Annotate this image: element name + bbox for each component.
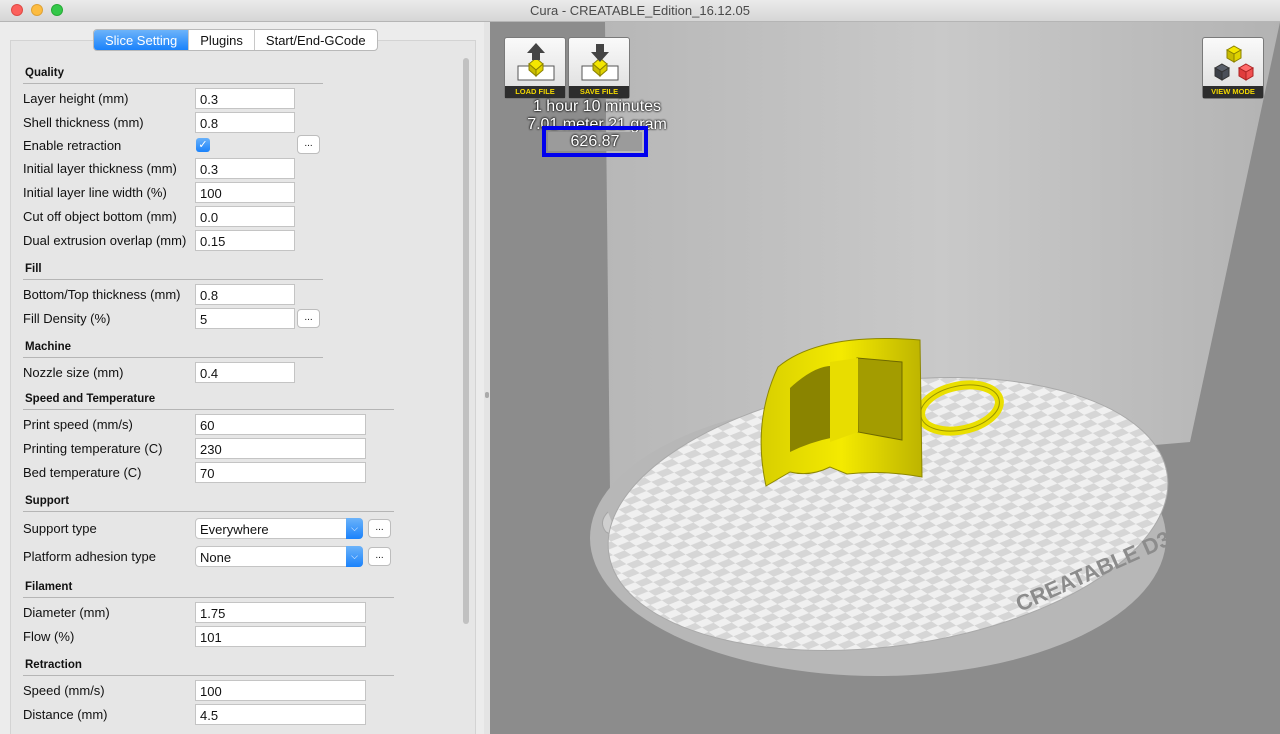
initial-layer-line-width-input[interactable]: 100	[195, 182, 295, 203]
printing-temperature-input[interactable]: 230	[195, 438, 366, 459]
scrollbar-thumb[interactable]	[463, 58, 469, 624]
layer-height-label: Layer height (mm)	[23, 91, 129, 106]
nozzle-size-label: Nozzle size (mm)	[23, 365, 124, 380]
chevron-down-icon: ⌵	[346, 518, 363, 539]
model-window-right	[856, 357, 903, 441]
section-divider	[23, 597, 394, 598]
layer-height-input[interactable]: 0.3	[195, 88, 295, 109]
platform-adhesion-select[interactable]: None ⌵	[195, 546, 363, 567]
dual-extrusion-overlap-input[interactable]: 0.15	[195, 230, 295, 251]
support-settings-button[interactable]: ...	[368, 519, 391, 538]
section-divider	[23, 409, 394, 410]
load-file-button[interactable]: LOAD FILE	[504, 37, 566, 99]
save-file-button[interactable]: SAVE FILE	[568, 37, 630, 99]
section-retraction: Retraction	[25, 659, 82, 671]
section-divider	[23, 357, 323, 358]
flow-input[interactable]: 101	[195, 626, 366, 647]
enable-retraction-checkbox[interactable]: ✓	[196, 138, 210, 152]
settings-scrollbar[interactable]	[460, 56, 472, 734]
platform-adhesion-value: None	[200, 550, 232, 565]
retraction-speed-input[interactable]: 100	[195, 680, 366, 701]
section-filament: Filament	[25, 581, 73, 593]
section-quality: Quality	[25, 67, 64, 79]
print-time-text: 1 hour 10 minutes	[532, 98, 662, 115]
retraction-distance-label: Distance (mm)	[23, 707, 108, 722]
window-title: Cura - CREATABLE_Edition_16.12.05	[530, 3, 750, 18]
title-bar: Cura - CREATABLE_Edition_16.12.05	[0, 0, 1280, 22]
retraction-speed-label: Speed (mm/s)	[23, 683, 105, 698]
retraction-settings-button[interactable]: ...	[297, 135, 320, 154]
initial-layer-thickness-label: Initial layer thickness (mm)	[23, 161, 177, 176]
cut-off-object-bottom-label: Cut off object bottom (mm)	[23, 209, 177, 224]
cost-highlight-box: 626.87	[542, 126, 648, 157]
print-speed-input[interactable]: 60	[195, 414, 366, 435]
platform-adhesion-type-label: Platform adhesion type	[23, 549, 156, 564]
settings-box: Quality Layer height (mm) 0.3 Shell thic…	[10, 40, 476, 734]
nozzle-size-input[interactable]: 0.4	[195, 362, 295, 383]
initial-layer-line-width-label: Initial layer line width (%)	[23, 185, 167, 200]
shell-thickness-label: Shell thickness (mm)	[23, 115, 144, 130]
bed-temperature-label: Bed temperature (C)	[23, 465, 142, 480]
section-divider	[23, 83, 323, 84]
fill-settings-button[interactable]: ...	[297, 309, 320, 328]
bed-temperature-input[interactable]: 70	[195, 462, 366, 483]
save-file-caption: SAVE FILE	[569, 86, 629, 98]
load-file-icon	[517, 43, 555, 81]
printing-temperature-label: Printing temperature (C)	[23, 441, 163, 456]
save-file-icon	[581, 44, 619, 81]
tab-slice-setting[interactable]: Slice Setting	[94, 30, 189, 50]
tab-start-end-gcode[interactable]: Start/End-GCode	[253, 30, 377, 50]
model-pillar	[830, 358, 858, 442]
retraction-distance-input[interactable]: 4.5	[195, 704, 366, 725]
checkmark-icon: ✓	[198, 139, 208, 151]
bottom-top-thickness-input[interactable]: 0.8	[195, 284, 295, 305]
settings-panel: Quality Layer height (mm) 0.3 Shell thic…	[0, 22, 484, 734]
load-file-caption: LOAD FILE	[505, 86, 565, 98]
grip-icon	[485, 392, 489, 398]
adhesion-settings-button[interactable]: ...	[368, 547, 391, 566]
diameter-input[interactable]: 1.75	[195, 602, 366, 623]
3d-viewport[interactable]: CREATABLE D3 LOAD FILE SAVE FILE VIEW MO…	[490, 22, 1280, 734]
support-type-value: Everywhere	[200, 522, 269, 537]
bottom-top-thickness-label: Bottom/Top thickness (mm)	[23, 287, 181, 302]
section-speed-temperature: Speed and Temperature	[25, 393, 156, 405]
fill-density-input[interactable]: 5	[195, 308, 295, 329]
fill-density-label: Fill Density (%)	[23, 311, 111, 326]
enable-retraction-label: Enable retraction	[23, 138, 122, 153]
tab-plugins[interactable]: Plugins	[188, 30, 254, 50]
section-support: Support	[25, 495, 70, 507]
support-type-select[interactable]: Everywhere ⌵	[195, 518, 363, 539]
view-mode-icon	[1214, 45, 1254, 81]
cut-off-object-bottom-input[interactable]: 0.0	[195, 206, 295, 227]
shell-thickness-input[interactable]: 0.8	[195, 112, 295, 133]
dual-extrusion-overlap-label: Dual extrusion overlap (mm)	[23, 233, 187, 248]
initial-layer-thickness-input[interactable]: 0.3	[195, 158, 295, 179]
view-mode-button[interactable]: VIEW MODE	[1202, 37, 1264, 99]
section-divider	[23, 279, 323, 280]
flow-label: Flow (%)	[23, 629, 75, 644]
section-fill: Fill	[25, 263, 42, 275]
cost-text: 626.87	[548, 132, 642, 151]
support-type-label: Support type	[23, 521, 97, 536]
chevron-down-icon: ⌵	[346, 546, 363, 567]
diameter-label: Diameter (mm)	[23, 605, 110, 620]
view-mode-caption: VIEW MODE	[1203, 86, 1263, 98]
settings-tabs: Slice Setting Plugins Start/End-GCode	[93, 29, 378, 51]
section-divider	[23, 675, 394, 676]
print-speed-label: Print speed (mm/s)	[23, 417, 133, 432]
section-divider	[23, 511, 394, 512]
section-machine: Machine	[25, 341, 72, 353]
